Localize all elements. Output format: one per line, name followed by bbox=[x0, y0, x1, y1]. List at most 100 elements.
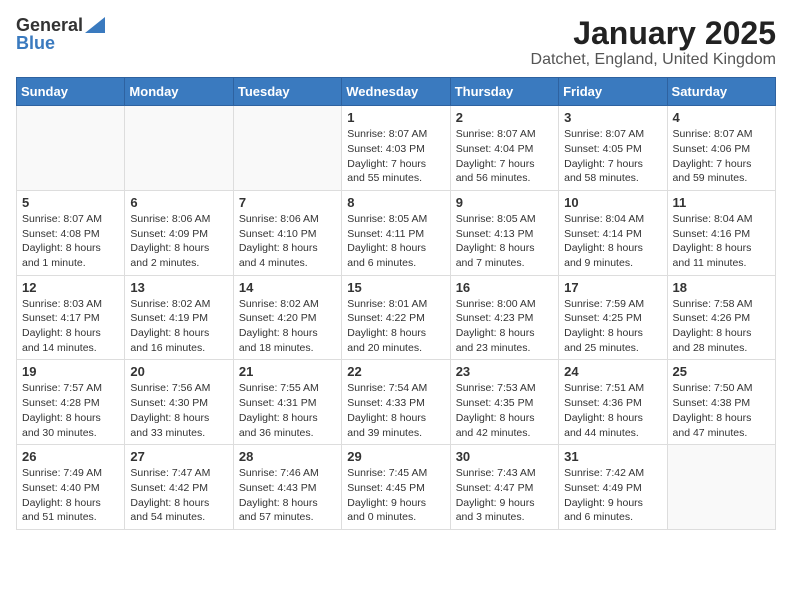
day-info: Sunrise: 8:05 AM Sunset: 4:11 PM Dayligh… bbox=[347, 212, 444, 271]
day-number: 21 bbox=[239, 364, 336, 379]
calendar-table: SundayMondayTuesdayWednesdayThursdayFrid… bbox=[16, 77, 776, 530]
day-info: Sunrise: 8:07 AM Sunset: 4:06 PM Dayligh… bbox=[673, 127, 770, 186]
calendar-week-0: 1 Sunrise: 8:07 AM Sunset: 4:03 PM Daylig… bbox=[17, 106, 776, 191]
calendar-title: January 2025 bbox=[531, 16, 776, 51]
logo-general: General bbox=[16, 16, 83, 34]
day-info: Sunrise: 8:07 AM Sunset: 4:03 PM Dayligh… bbox=[347, 127, 444, 186]
weekday-header-tuesday: Tuesday bbox=[233, 78, 341, 106]
day-info: Sunrise: 8:01 AM Sunset: 4:22 PM Dayligh… bbox=[347, 297, 444, 356]
day-number: 2 bbox=[456, 110, 553, 125]
day-number: 25 bbox=[673, 364, 770, 379]
calendar-cell: 6 Sunrise: 8:06 AM Sunset: 4:09 PM Daylig… bbox=[125, 190, 233, 275]
calendar-cell: 29Sunrise: 7:45 AM Sunset: 4:45 PM Dayli… bbox=[342, 445, 450, 530]
day-info: Sunrise: 7:56 AM Sunset: 4:30 PM Dayligh… bbox=[130, 381, 227, 440]
day-number: 15 bbox=[347, 280, 444, 295]
day-info: Sunrise: 8:02 AM Sunset: 4:20 PM Dayligh… bbox=[239, 297, 336, 356]
day-number: 7 bbox=[239, 195, 336, 210]
day-info: Sunrise: 8:06 AM Sunset: 4:10 PM Dayligh… bbox=[239, 212, 336, 271]
weekday-header-wednesday: Wednesday bbox=[342, 78, 450, 106]
calendar-cell: 23Sunrise: 7:53 AM Sunset: 4:35 PM Dayli… bbox=[450, 360, 558, 445]
calendar-cell: 21 Sunrise: 7:55 AM Sunset: 4:31 PM Dayli… bbox=[233, 360, 341, 445]
logo-icon bbox=[85, 17, 105, 33]
day-number: 13 bbox=[130, 280, 227, 295]
day-number: 22 bbox=[347, 364, 444, 379]
day-info: Sunrise: 7:47 AM Sunset: 4:42 PM Dayligh… bbox=[130, 466, 227, 525]
calendar-cell: 31 Sunrise: 7:42 AM Sunset: 4:49 PM Dayli… bbox=[559, 445, 667, 530]
day-info: Sunrise: 7:58 AM Sunset: 4:26 PM Dayligh… bbox=[673, 297, 770, 356]
day-info: Sunrise: 7:43 AM Sunset: 4:47 PM Dayligh… bbox=[456, 466, 553, 525]
day-info: Sunrise: 7:57 AM Sunset: 4:28 PM Dayligh… bbox=[22, 381, 119, 440]
weekday-header-thursday: Thursday bbox=[450, 78, 558, 106]
calendar-cell bbox=[125, 106, 233, 191]
day-info: Sunrise: 7:49 AM Sunset: 4:40 PM Dayligh… bbox=[22, 466, 119, 525]
day-number: 29 bbox=[347, 449, 444, 464]
day-number: 28 bbox=[239, 449, 336, 464]
day-number: 24 bbox=[564, 364, 661, 379]
day-info: Sunrise: 7:46 AM Sunset: 4:43 PM Dayligh… bbox=[239, 466, 336, 525]
day-info: Sunrise: 8:06 AM Sunset: 4:09 PM Dayligh… bbox=[130, 212, 227, 271]
calendar-cell: 26 Sunrise: 7:49 AM Sunset: 4:40 PM Dayli… bbox=[17, 445, 125, 530]
day-number: 6 bbox=[130, 195, 227, 210]
calendar-week-3: 19 Sunrise: 7:57 AM Sunset: 4:28 PM Dayli… bbox=[17, 360, 776, 445]
calendar-cell: 9 Sunrise: 8:05 AM Sunset: 4:13 PM Daylig… bbox=[450, 190, 558, 275]
calendar-cell: 13Sunrise: 8:02 AM Sunset: 4:19 PM Dayli… bbox=[125, 275, 233, 360]
weekday-header-monday: Monday bbox=[125, 78, 233, 106]
calendar-cell: 3 Sunrise: 8:07 AM Sunset: 4:05 PM Daylig… bbox=[559, 106, 667, 191]
day-number: 17 bbox=[564, 280, 661, 295]
day-info: Sunrise: 8:05 AM Sunset: 4:13 PM Dayligh… bbox=[456, 212, 553, 271]
day-info: Sunrise: 7:51 AM Sunset: 4:36 PM Dayligh… bbox=[564, 381, 661, 440]
calendar-location: Datchet, England, United Kingdom bbox=[531, 51, 776, 69]
calendar-cell: 15 Sunrise: 8:01 AM Sunset: 4:22 PM Dayli… bbox=[342, 275, 450, 360]
day-info: Sunrise: 8:07 AM Sunset: 4:05 PM Dayligh… bbox=[564, 127, 661, 186]
calendar-cell: 25 Sunrise: 7:50 AM Sunset: 4:38 PM Dayli… bbox=[667, 360, 775, 445]
day-info: Sunrise: 8:04 AM Sunset: 4:16 PM Dayligh… bbox=[673, 212, 770, 271]
day-info: Sunrise: 7:59 AM Sunset: 4:25 PM Dayligh… bbox=[564, 297, 661, 356]
day-number: 12 bbox=[22, 280, 119, 295]
weekday-header-friday: Friday bbox=[559, 78, 667, 106]
day-number: 9 bbox=[456, 195, 553, 210]
calendar-cell bbox=[17, 106, 125, 191]
day-info: Sunrise: 8:07 AM Sunset: 4:04 PM Dayligh… bbox=[456, 127, 553, 186]
logo: General Blue bbox=[16, 16, 105, 52]
calendar-cell: 4 Sunrise: 8:07 AM Sunset: 4:06 PM Daylig… bbox=[667, 106, 775, 191]
calendar-cell: 7 Sunrise: 8:06 AM Sunset: 4:10 PM Daylig… bbox=[233, 190, 341, 275]
day-number: 16 bbox=[456, 280, 553, 295]
day-number: 3 bbox=[564, 110, 661, 125]
day-info: Sunrise: 7:50 AM Sunset: 4:38 PM Dayligh… bbox=[673, 381, 770, 440]
day-info: Sunrise: 8:07 AM Sunset: 4:08 PM Dayligh… bbox=[22, 212, 119, 271]
calendar-cell bbox=[667, 445, 775, 530]
calendar-cell: 14 Sunrise: 8:02 AM Sunset: 4:20 PM Dayli… bbox=[233, 275, 341, 360]
calendar-cell: 5 Sunrise: 8:07 AM Sunset: 4:08 PM Daylig… bbox=[17, 190, 125, 275]
day-number: 8 bbox=[347, 195, 444, 210]
day-number: 19 bbox=[22, 364, 119, 379]
calendar-cell: 19 Sunrise: 7:57 AM Sunset: 4:28 PM Dayli… bbox=[17, 360, 125, 445]
calendar-cell bbox=[233, 106, 341, 191]
day-number: 20 bbox=[130, 364, 227, 379]
calendar-cell: 24 Sunrise: 7:51 AM Sunset: 4:36 PM Dayli… bbox=[559, 360, 667, 445]
calendar-cell: 22Sunrise: 7:54 AM Sunset: 4:33 PM Dayli… bbox=[342, 360, 450, 445]
day-number: 4 bbox=[673, 110, 770, 125]
calendar-header: SundayMondayTuesdayWednesdayThursdayFrid… bbox=[17, 78, 776, 106]
calendar-cell: 10Sunrise: 8:04 AM Sunset: 4:14 PM Dayli… bbox=[559, 190, 667, 275]
calendar-cell: 16 Sunrise: 8:00 AM Sunset: 4:23 PM Dayli… bbox=[450, 275, 558, 360]
day-number: 26 bbox=[22, 449, 119, 464]
day-info: Sunrise: 8:00 AM Sunset: 4:23 PM Dayligh… bbox=[456, 297, 553, 356]
logo-blue: Blue bbox=[16, 34, 55, 52]
day-number: 5 bbox=[22, 195, 119, 210]
day-number: 31 bbox=[564, 449, 661, 464]
day-info: Sunrise: 7:55 AM Sunset: 4:31 PM Dayligh… bbox=[239, 381, 336, 440]
calendar-week-4: 26 Sunrise: 7:49 AM Sunset: 4:40 PM Dayli… bbox=[17, 445, 776, 530]
day-info: Sunrise: 7:42 AM Sunset: 4:49 PM Dayligh… bbox=[564, 466, 661, 525]
day-number: 30 bbox=[456, 449, 553, 464]
day-number: 18 bbox=[673, 280, 770, 295]
day-number: 1 bbox=[347, 110, 444, 125]
day-info: Sunrise: 8:03 AM Sunset: 4:17 PM Dayligh… bbox=[22, 297, 119, 356]
day-number: 14 bbox=[239, 280, 336, 295]
weekday-header-row: SundayMondayTuesdayWednesdayThursdayFrid… bbox=[17, 78, 776, 106]
calendar-week-2: 12 Sunrise: 8:03 AM Sunset: 4:17 PM Dayli… bbox=[17, 275, 776, 360]
title-block: January 2025 Datchet, England, United Ki… bbox=[531, 16, 776, 69]
calendar-cell: 1 Sunrise: 8:07 AM Sunset: 4:03 PM Daylig… bbox=[342, 106, 450, 191]
weekday-header-sunday: Sunday bbox=[17, 78, 125, 106]
calendar-cell: 27Sunrise: 7:47 AM Sunset: 4:42 PM Dayli… bbox=[125, 445, 233, 530]
calendar-cell: 18 Sunrise: 7:58 AM Sunset: 4:26 PM Dayli… bbox=[667, 275, 775, 360]
